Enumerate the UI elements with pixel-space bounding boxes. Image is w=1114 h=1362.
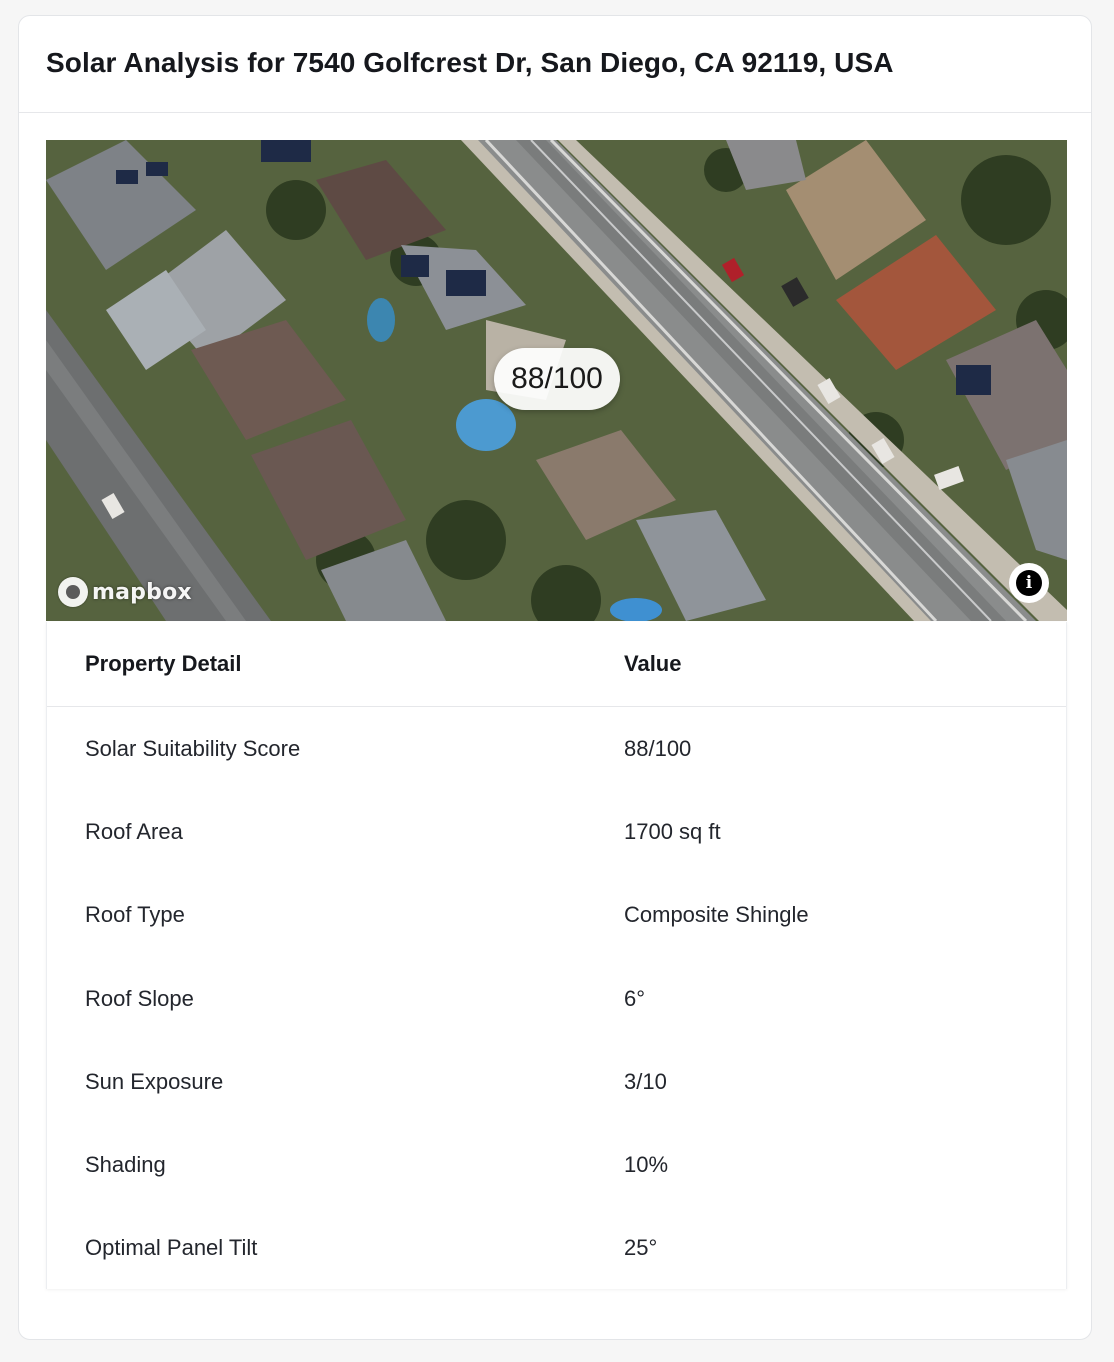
mapbox-logo-icon [58, 577, 88, 607]
row-detail-label: Roof Area [85, 818, 183, 844]
row-value: 88/100 [624, 735, 692, 761]
table-header-row: Property Detail Value [47, 622, 1066, 707]
row-value: 6° [624, 985, 646, 1011]
table-row: Optimal Panel Tilt 25° [47, 1207, 1066, 1290]
row-detail-label: Shading [85, 1152, 166, 1178]
column-header-value: Value [586, 622, 1066, 707]
table-row: Shading 10% [47, 1123, 1066, 1206]
card-title: Solar Analysis for 7540 Golfcrest Dr, Sa… [46, 47, 894, 78]
row-detail-label: Sun Exposure [85, 1068, 224, 1094]
row-detail-label: Solar Suitability Score [85, 735, 301, 761]
table-row: Roof Type Composite Shingle [47, 874, 1066, 957]
row-value: 3/10 [624, 1068, 667, 1094]
mapbox-wordmark: mapbox [92, 579, 192, 605]
table-row: Roof Slope 6° [47, 957, 1066, 1040]
row-detail-label: Optimal Panel Tilt [85, 1235, 258, 1261]
row-detail-label: Roof Slope [85, 985, 194, 1011]
property-details-table: Property Detail Value Solar Suitability … [46, 622, 1067, 1289]
satellite-map[interactable]: 88/100 mapbox i [46, 140, 1067, 621]
row-detail-label: Roof Type [85, 902, 185, 928]
mapbox-attribution[interactable]: mapbox [58, 576, 192, 608]
row-value: 1700 sq ft [624, 818, 721, 844]
suitability-score-badge: 88/100 [494, 348, 620, 410]
info-icon: i [1016, 570, 1042, 596]
map-info-button[interactable]: i [1009, 563, 1049, 603]
row-value: 25° [624, 1235, 658, 1261]
table-row: Sun Exposure 3/10 [47, 1040, 1066, 1123]
row-value: Composite Shingle [624, 902, 809, 928]
solar-analysis-card: Solar Analysis for 7540 Golfcrest Dr, Sa… [18, 15, 1092, 1340]
table-row: Solar Suitability Score 88/100 [47, 707, 1066, 791]
table-row: Roof Area 1700 sq ft [47, 790, 1066, 873]
row-value: 10% [624, 1152, 669, 1178]
card-header: Solar Analysis for 7540 Golfcrest Dr, Sa… [19, 16, 1091, 113]
column-header-detail: Property Detail [47, 622, 586, 707]
